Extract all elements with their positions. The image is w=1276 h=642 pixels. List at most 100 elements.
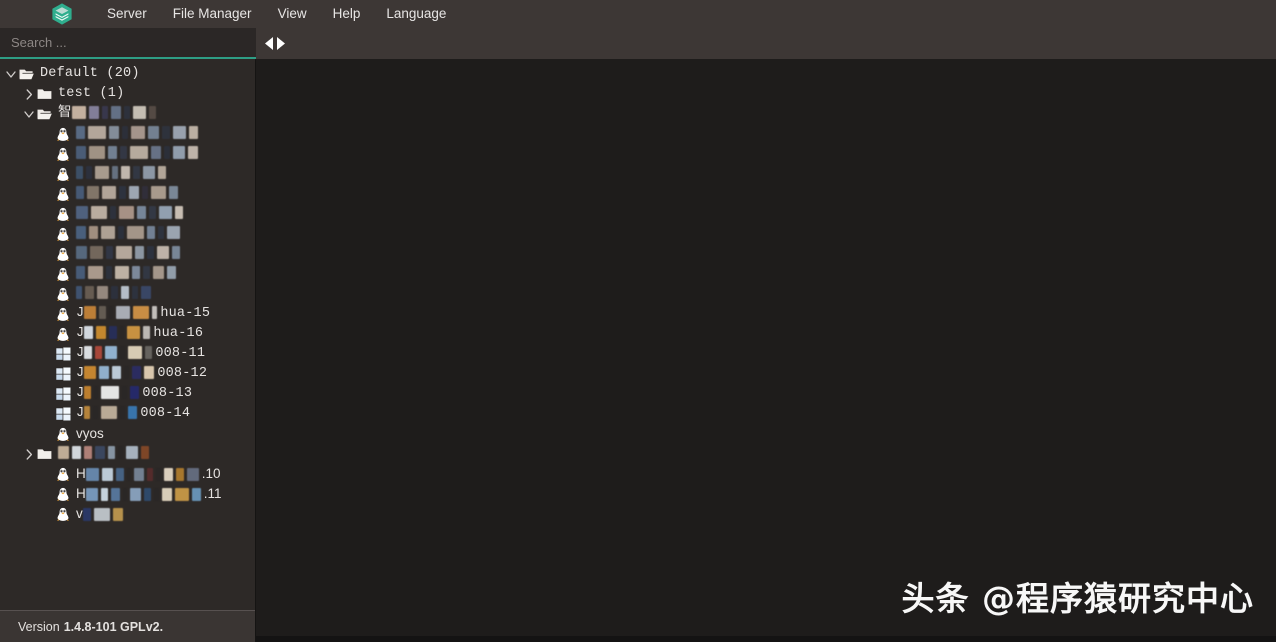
redacted-text-block	[90, 245, 103, 259]
search-input[interactable]	[11, 33, 256, 52]
chevron-right-icon[interactable]	[22, 88, 36, 100]
menu-item-server[interactable]: Server	[94, 2, 160, 26]
tree-row-label	[76, 124, 201, 144]
redacted-text-block	[116, 245, 132, 259]
folder-open-glyph	[19, 69, 34, 80]
tree-row[interactable]: vyos	[0, 424, 255, 444]
menu-item-help[interactable]: Help	[320, 2, 374, 26]
linux-penguin-icon	[54, 287, 72, 301]
tree-row-label: H .11	[76, 484, 222, 504]
redacted-text-block	[133, 305, 150, 319]
redacted-text-block	[148, 105, 156, 119]
redacted-text-block	[95, 445, 105, 459]
menu-item-language[interactable]: Language	[373, 2, 459, 26]
chevron-down-icon[interactable]	[4, 69, 18, 80]
tree-row-label: 智	[58, 104, 159, 124]
tree-row[interactable]	[0, 144, 255, 164]
tree-row[interactable]	[0, 244, 255, 264]
redacted-text-block	[110, 205, 116, 219]
redacted-text-block	[155, 467, 161, 481]
chevron-down-icon[interactable]	[22, 109, 36, 120]
redacted-text-block	[146, 467, 153, 481]
menu-item-file-manager[interactable]: File Manager	[160, 2, 265, 26]
sidebar: Default (20) test (1) 智 Jhua-15 Jhua-16 J 008-…	[0, 59, 256, 642]
redacted-text-block	[93, 507, 110, 521]
tree-row[interactable]	[0, 444, 255, 464]
redacted-text-block	[161, 487, 172, 501]
linux-penguin-icon	[54, 147, 72, 161]
linux-penguin-glyph	[57, 147, 69, 161]
linux-penguin-icon	[54, 427, 72, 441]
tree-row[interactable]: J 008-14	[0, 404, 255, 424]
chevron-right-icon[interactable]	[22, 448, 36, 460]
tree-row[interactable]: 智	[0, 104, 255, 124]
redacted-text-block	[126, 445, 138, 459]
tree-row-label	[76, 144, 201, 164]
tree-row-label: J 008-14	[76, 404, 190, 424]
redacted-text-block	[167, 225, 180, 239]
linux-penguin-glyph	[57, 227, 69, 241]
tree-row-label	[76, 184, 181, 204]
main-content-panel[interactable]: 头条 @程序猿研究中心	[256, 59, 1276, 642]
server-tree[interactable]: Default (20) test (1) 智 Jhua-15 Jhua-16 J 008-…	[0, 59, 255, 610]
tree-row-label-suffix: hua-16	[153, 326, 204, 341]
redacted-text-block	[158, 165, 166, 179]
redacted-text-block	[172, 245, 180, 259]
tree-row-label: J 008-12	[76, 364, 207, 384]
redacted-text-block	[116, 305, 131, 319]
tree-row-label-prefix: J	[76, 386, 85, 401]
redacted-text-block	[144, 365, 155, 379]
redacted-text-block	[76, 245, 87, 259]
triangle-left-icon[interactable]	[264, 35, 274, 52]
redacted-text-block	[147, 225, 155, 239]
redacted-text-block	[112, 165, 118, 179]
redacted-text-block	[118, 225, 124, 239]
tree-row[interactable]: v	[0, 504, 255, 524]
menu-item-view[interactable]: View	[265, 2, 320, 26]
redacted-text-block	[189, 125, 198, 139]
redacted-text-block	[122, 125, 128, 139]
tree-row[interactable]: H .10	[0, 464, 255, 484]
redacted-text-block	[135, 245, 144, 259]
redacted-text-block	[175, 467, 184, 481]
redacted-text-block	[167, 265, 176, 279]
tree-row[interactable]	[0, 124, 255, 144]
redacted-text-block	[72, 445, 81, 459]
linux-penguin-icon	[54, 467, 72, 481]
tree-row[interactable]	[0, 264, 255, 284]
tree-row[interactable]: J 008-12	[0, 364, 255, 384]
redacted-text-block	[175, 205, 183, 219]
tree-row[interactable]	[0, 224, 255, 244]
tree-row[interactable]: test (1)	[0, 84, 255, 104]
redacted-text-block	[120, 345, 126, 359]
redacted-text-block	[129, 487, 141, 501]
redacted-text-block	[152, 305, 158, 319]
tree-row-label-prefix: v	[76, 506, 83, 521]
redacted-text-block	[141, 445, 149, 459]
redacted-text-block	[157, 245, 169, 259]
tree-row[interactable]: Jhua-16	[0, 324, 255, 344]
stacked-layers-hexagon-logo-icon	[52, 3, 72, 25]
redacted-text-block	[147, 245, 154, 259]
redacted-text-block	[132, 105, 146, 119]
chevron-right-glyph	[26, 88, 33, 100]
triangle-right-icon[interactable]	[275, 35, 285, 52]
tree-row[interactable]: Jhua-15	[0, 304, 255, 324]
tree-row-label-suffix: 008-13	[142, 386, 193, 401]
linux-penguin-glyph	[57, 247, 69, 261]
tree-row-label: test (1)	[58, 84, 124, 104]
tree-row[interactable]	[0, 284, 255, 304]
redacted-text-block	[127, 325, 141, 339]
redacted-text-block	[169, 185, 178, 199]
tree-row[interactable]	[0, 164, 255, 184]
redacted-text-block	[143, 325, 151, 339]
tree-row[interactable]	[0, 184, 255, 204]
tree-row[interactable]: J 008-13	[0, 384, 255, 404]
linux-penguin-icon	[54, 507, 72, 521]
tree-row[interactable]: J 008-11	[0, 344, 255, 364]
linux-penguin-icon	[54, 327, 72, 341]
tree-row[interactable]: H .11	[0, 484, 255, 504]
tree-row[interactable]: Default (20)	[0, 64, 255, 84]
redacted-text-block	[112, 365, 122, 379]
tree-row[interactable]	[0, 204, 255, 224]
